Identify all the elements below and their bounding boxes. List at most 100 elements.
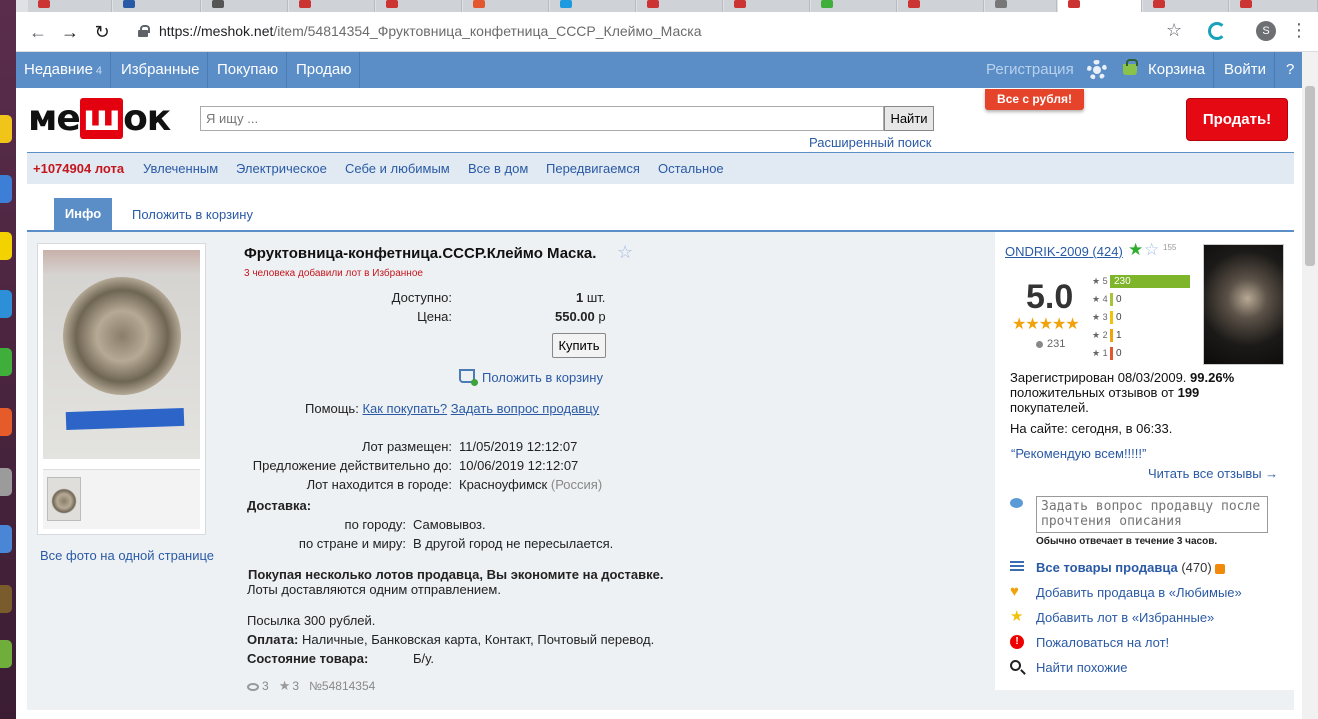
browser-tab[interactable] bbox=[289, 0, 375, 12]
browser-tab[interactable] bbox=[811, 0, 897, 12]
browser-tab[interactable] bbox=[898, 0, 984, 12]
list-icon bbox=[1010, 561, 1024, 571]
back-arrow-icon[interactable]: ← bbox=[26, 20, 50, 44]
thumbnail-strip bbox=[43, 469, 200, 529]
nav-help[interactable]: ? bbox=[1278, 52, 1302, 88]
dock-app-icon[interactable] bbox=[0, 115, 12, 143]
browser-menu-icon[interactable]: ⋮ bbox=[1290, 20, 1308, 41]
favorite-star-icon[interactable]: ☆ bbox=[617, 242, 633, 263]
dock-app-icon[interactable] bbox=[0, 468, 12, 496]
browser-tab[interactable] bbox=[637, 0, 723, 12]
search-input[interactable] bbox=[200, 106, 884, 131]
read-all-reviews-link[interactable]: Читать все отзывы → bbox=[1148, 466, 1278, 481]
category-link[interactable]: Все в дом bbox=[468, 161, 528, 176]
category-link[interactable]: Передвигаемся bbox=[546, 161, 640, 176]
page-scrollbar[interactable] bbox=[1302, 52, 1318, 719]
nav-login[interactable]: Войти bbox=[1216, 52, 1275, 88]
basket-icon[interactable] bbox=[459, 369, 478, 386]
main-photo[interactable] bbox=[43, 250, 200, 459]
browser-tab-active[interactable] bbox=[1058, 0, 1142, 12]
search-button[interactable]: Найти bbox=[884, 106, 934, 131]
seller-name-text: ONDRIK-2009 bbox=[1005, 244, 1089, 259]
dock-app-icon[interactable] bbox=[0, 408, 12, 436]
all-photos-link[interactable]: Все фото на одной странице bbox=[40, 548, 214, 563]
multi-lot-note: Покупая несколько лотов продавца, Вы эко… bbox=[248, 567, 664, 582]
tab-add-to-cart[interactable]: Положить в корзину bbox=[132, 207, 253, 222]
find-similar-link[interactable]: Найти похожие bbox=[1036, 660, 1127, 675]
buy-button[interactable]: Купить bbox=[552, 333, 606, 358]
rss-icon[interactable] bbox=[1214, 563, 1225, 574]
sell-button[interactable]: Продать! bbox=[1186, 98, 1288, 141]
category-link[interactable]: Электрическое bbox=[236, 161, 327, 176]
price-label: Цена: bbox=[417, 309, 452, 324]
category-link[interactable]: Остальное bbox=[658, 161, 724, 176]
all-items-count: (470) bbox=[1181, 560, 1212, 575]
browser-tab[interactable] bbox=[985, 0, 1057, 12]
delivery-city-value: Самовывоз. bbox=[413, 517, 486, 532]
nav-selling[interactable]: Продаю bbox=[288, 52, 361, 88]
rating-bar-label: ★ 5 bbox=[1092, 276, 1108, 286]
browser-tab[interactable] bbox=[1230, 0, 1318, 12]
add-lot-favorite-link[interactable]: Добавить лот в «Избранные» bbox=[1036, 610, 1214, 625]
star-icon: ★ bbox=[278, 678, 291, 693]
tab-info[interactable]: Инфо bbox=[54, 198, 112, 230]
advanced-search-link[interactable]: Расширенный поиск bbox=[809, 135, 931, 150]
promo-badge[interactable]: Все с рубля! bbox=[985, 89, 1084, 110]
nav-cart[interactable]: Корзина bbox=[1140, 52, 1215, 88]
browser-tab[interactable] bbox=[28, 0, 112, 12]
browser-tab[interactable] bbox=[463, 0, 549, 12]
browser-tab[interactable] bbox=[202, 0, 288, 12]
gear-icon[interactable] bbox=[1087, 60, 1107, 80]
dock-app-icon[interactable] bbox=[0, 640, 12, 668]
reload-icon[interactable]: ↻ bbox=[90, 20, 114, 44]
ask-seller-input[interactable] bbox=[1036, 496, 1268, 533]
dock-app-icon[interactable] bbox=[0, 290, 12, 318]
seller-name[interactable]: ONDRIK-2009 (424) bbox=[1005, 244, 1123, 259]
scrollbar-thumb[interactable] bbox=[1305, 86, 1315, 266]
address-bar[interactable]: https://meshok.net/item/54814354_Фруктов… bbox=[159, 23, 702, 39]
nav-favorites[interactable]: Избранные bbox=[113, 52, 209, 88]
browser-tab[interactable] bbox=[376, 0, 462, 12]
seller-avatar[interactable] bbox=[1203, 244, 1284, 365]
browser-tab[interactable] bbox=[550, 0, 636, 12]
rating-bar-label: ★ 3 bbox=[1092, 312, 1108, 322]
price-unit: р bbox=[598, 309, 606, 324]
forward-arrow-icon[interactable]: → bbox=[58, 20, 82, 44]
dock-app-icon[interactable] bbox=[0, 348, 12, 376]
browser-tab[interactable] bbox=[113, 0, 201, 12]
help-row: Помощь: Как покупать? Задать вопрос прод… bbox=[305, 401, 599, 416]
site-logo[interactable]: мешок bbox=[28, 98, 188, 140]
category-link[interactable]: Увлеченным bbox=[143, 161, 218, 176]
all-items-link[interactable]: Все товары продавца (470) bbox=[1036, 560, 1225, 575]
category-link[interactable]: Себе и любимым bbox=[345, 161, 450, 176]
logo-text: ок bbox=[123, 98, 171, 139]
dock-app-icon[interactable] bbox=[0, 525, 12, 553]
tab-favicon-icon bbox=[1068, 0, 1080, 8]
lots-count[interactable]: +1074904 лота bbox=[33, 161, 124, 176]
ask-seller-link[interactable]: Задать вопрос продавцу bbox=[451, 401, 599, 416]
dock-app-icon[interactable] bbox=[0, 585, 12, 613]
tab-favicon-icon bbox=[995, 0, 1007, 8]
nav-register[interactable]: Регистрация bbox=[978, 52, 1082, 88]
photo-thumbnail[interactable] bbox=[47, 477, 81, 521]
dock-app-icon[interactable] bbox=[0, 232, 12, 260]
profile-avatar[interactable]: S bbox=[1256, 21, 1276, 41]
dock-app-icon[interactable] bbox=[0, 175, 12, 203]
complain-link[interactable]: Пожаловаться на лот! bbox=[1036, 635, 1169, 650]
add-seller-favorite-link[interactable]: Добавить продавца в «Любимые» bbox=[1036, 585, 1242, 600]
bookmark-star-icon[interactable]: ☆ bbox=[1166, 20, 1182, 41]
seller-recommendation[interactable]: “Рекомендую всем!!!!!” bbox=[1011, 446, 1146, 461]
extension-icon[interactable] bbox=[1208, 22, 1226, 40]
favorites-note: 3 человека добавили лот в Избранное bbox=[244, 268, 423, 279]
add-to-cart-link[interactable]: Положить в корзину bbox=[482, 370, 603, 385]
tab-favicon-icon bbox=[560, 0, 572, 8]
browser-tab[interactable] bbox=[1143, 0, 1229, 12]
site-topbar: Недавние 4 Избранные Покупаю Продаю Регис… bbox=[16, 52, 1302, 88]
nav-recent[interactable]: Недавние 4 bbox=[16, 52, 112, 88]
basket-icon[interactable] bbox=[1123, 59, 1138, 75]
how-to-buy-link[interactable]: Как покупать? bbox=[362, 401, 447, 416]
delivery-country-label: по стране и миру: bbox=[298, 536, 406, 551]
browser-tab[interactable] bbox=[724, 0, 810, 12]
lot-stats: 3 ★ 3 №54814354 bbox=[247, 678, 375, 694]
nav-buying[interactable]: Покупаю bbox=[209, 52, 288, 88]
